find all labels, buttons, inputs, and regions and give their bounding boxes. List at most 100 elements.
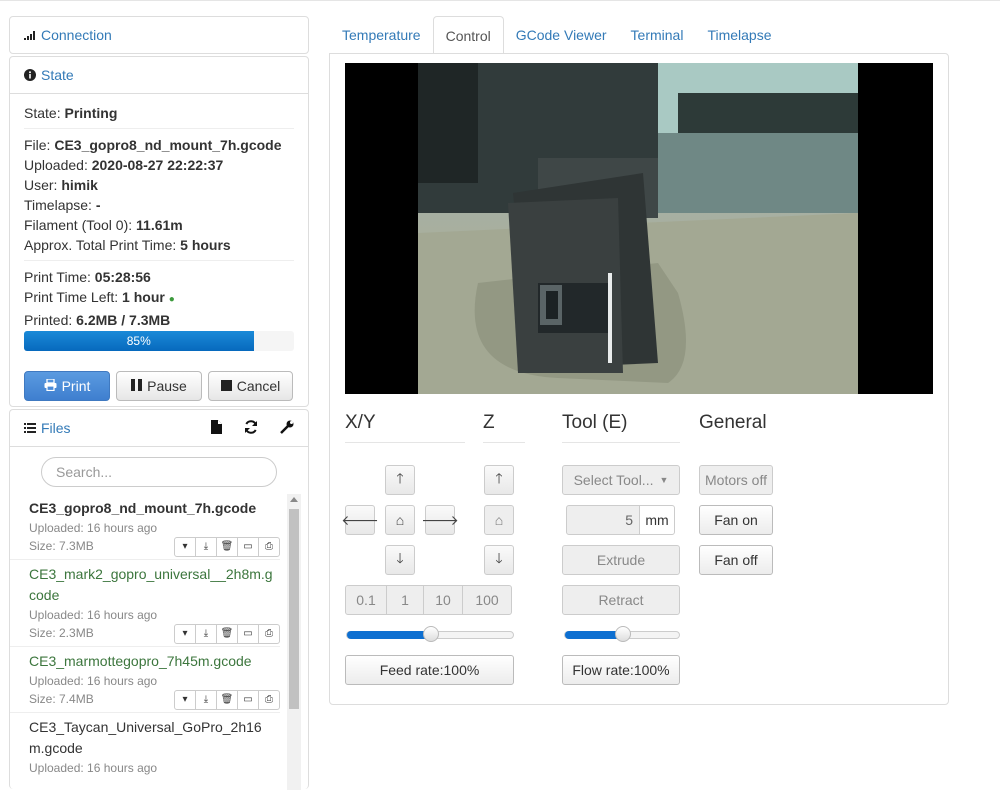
- new-file-icon[interactable]: [211, 419, 222, 437]
- connection-header[interactable]: Connection: [10, 17, 308, 53]
- wrench-icon[interactable]: [280, 420, 294, 437]
- home-icon: ⌂: [494, 512, 504, 528]
- file-item[interactable]: CE3_mark2_gopro_universal__2h8m.gcode Up…: [10, 560, 280, 647]
- expand-icon[interactable]: ▾: [174, 689, 196, 710]
- file-name[interactable]: CE3_gopro8_nd_mount_7h.gcode: [29, 498, 280, 519]
- jog-y-up-button[interactable]: 🡑: [385, 465, 415, 495]
- fan-on-button[interactable]: Fan on: [699, 505, 773, 535]
- trash-icon[interactable]: 🗑: [216, 623, 238, 644]
- trash-icon[interactable]: 🗑: [216, 536, 238, 557]
- general-section-title: General: [699, 412, 767, 433]
- jog-x-right-button[interactable]: 🡒: [421, 505, 459, 535]
- expand-icon[interactable]: ▾: [174, 623, 196, 644]
- step-100-button[interactable]: 100: [462, 585, 512, 615]
- jog-z-down-button[interactable]: 🡓: [484, 545, 514, 575]
- tab-terminal[interactable]: Terminal: [619, 16, 696, 54]
- print-file-icon[interactable]: ⎙: [258, 536, 280, 557]
- pause-button[interactable]: Pause: [116, 371, 202, 401]
- file-actions: ▾ ⤓ 🗑 ▭ ⎙: [174, 689, 280, 710]
- file-name[interactable]: CE3_Taycan_Universal_GoPro_2h16m.gcode: [29, 717, 269, 759]
- arrow-down-icon: 🡓: [396, 550, 404, 566]
- trash-icon[interactable]: 🗑: [216, 689, 238, 710]
- approx-time-row: Approx. Total Print Time: 5 hours: [24, 237, 231, 253]
- arrow-up-icon: 🡑: [396, 470, 404, 486]
- print-file-icon[interactable]: ⎙: [258, 623, 280, 644]
- home-z-button[interactable]: ⌂: [484, 505, 514, 535]
- tab-timelapse[interactable]: Timelapse: [695, 16, 783, 54]
- fan-off-button[interactable]: Fan off: [699, 545, 773, 575]
- z-section-title: Z: [483, 412, 525, 443]
- files-title-link[interactable]: Files: [24, 420, 71, 436]
- top-border: [0, 0, 1000, 1]
- info-icon: [24, 69, 36, 81]
- expand-icon[interactable]: ▾: [174, 536, 196, 557]
- file-size: Size: 7.4MB: [29, 692, 94, 706]
- download-icon[interactable]: ⤓: [195, 623, 217, 644]
- feed-rate-slider-handle[interactable]: [423, 626, 439, 642]
- arrow-right-icon: 🡒: [421, 511, 459, 528]
- arrow-up-icon: 🡑: [495, 470, 503, 486]
- extrude-amount-input[interactable]: 5: [566, 505, 640, 535]
- motors-off-button[interactable]: Motors off: [699, 465, 773, 495]
- file-name[interactable]: CE3_mark2_gopro_universal__2h8m.gcode: [29, 564, 274, 606]
- folder-open-icon[interactable]: ▭: [237, 623, 259, 644]
- step-10-button[interactable]: 10: [423, 585, 463, 615]
- file-name[interactable]: CE3_marmottegopro_7h45m.gcode: [29, 651, 280, 672]
- webcam-stream: [345, 63, 933, 394]
- print-time-row: Print Time: 05:28:56: [24, 269, 151, 285]
- caret-down-icon: ▼: [659, 475, 669, 485]
- file-item[interactable]: CE3_gopro8_nd_mount_7h.gcode Uploaded: 1…: [10, 494, 280, 560]
- file-size: Size: 7.3MB: [29, 539, 94, 553]
- file-item[interactable]: CE3_marmottegopro_7h45m.gcode Uploaded: …: [10, 647, 280, 713]
- file-item[interactable]: CE3_Taycan_Universal_GoPro_2h16m.gcode U…: [10, 713, 280, 778]
- cancel-button[interactable]: Cancel: [208, 371, 293, 401]
- feed-rate-button[interactable]: Feed rate:100%: [345, 655, 514, 685]
- feed-rate-slider[interactable]: [346, 626, 514, 642]
- file-uploaded: Uploaded: 16 hours ago: [29, 608, 158, 622]
- home-icon: ⌂: [395, 512, 405, 528]
- download-icon[interactable]: ⤓: [195, 689, 217, 710]
- files-search-input[interactable]: Search...: [41, 457, 277, 487]
- file-actions: ▾ ⤓ 🗑 ▭ ⎙: [174, 536, 280, 557]
- user-row: User: himik: [24, 177, 98, 193]
- retract-button[interactable]: Retract: [562, 585, 680, 615]
- extrude-button[interactable]: Extrude: [562, 545, 680, 575]
- refresh-icon[interactable]: [244, 419, 258, 437]
- step-1-button[interactable]: 1: [386, 585, 424, 615]
- jog-y-down-button[interactable]: 🡓: [385, 545, 415, 575]
- jog-x-left-button[interactable]: 🡐: [341, 505, 379, 535]
- folder-open-icon[interactable]: ▭: [237, 689, 259, 710]
- file-size: Size: 2.3MB: [29, 626, 94, 640]
- folder-open-icon[interactable]: ▭: [237, 536, 259, 557]
- print-button[interactable]: Print: [24, 371, 110, 401]
- step-0.1-button[interactable]: 0.1: [345, 585, 387, 615]
- connection-title[interactable]: Connection: [41, 27, 112, 43]
- file-uploaded: Uploaded: 16 hours ago: [29, 761, 158, 775]
- tab-control[interactable]: Control: [432, 16, 504, 54]
- tab-bar: Temperature Control GCode Viewer Termina…: [330, 16, 784, 54]
- timelapse-row: Timelapse: -: [24, 197, 101, 213]
- files-header: Files: [10, 410, 308, 447]
- state-header[interactable]: State: [10, 57, 308, 94]
- tab-temperature[interactable]: Temperature: [330, 16, 433, 54]
- filament-row: Filament (Tool 0): 11.61m: [24, 217, 183, 233]
- arrow-left-icon: 🡐: [341, 511, 379, 528]
- progress-label: 85%: [126, 334, 151, 348]
- file-list-scrollbar[interactable]: [287, 494, 301, 790]
- state-title[interactable]: State: [41, 67, 74, 83]
- xy-section-title: X/Y: [345, 412, 465, 443]
- tab-gcode-viewer[interactable]: GCode Viewer: [504, 16, 619, 54]
- home-xy-button[interactable]: ⌂: [385, 505, 415, 535]
- flow-rate-slider[interactable]: [564, 626, 680, 642]
- select-tool-dropdown[interactable]: Select Tool... ▼: [562, 465, 680, 495]
- print-file-icon[interactable]: ⎙: [258, 689, 280, 710]
- file-uploaded: Uploaded: 16 hours ago: [29, 521, 158, 535]
- files-panel: Files Search... CE3_gopro8_nd_mount_7h.g…: [9, 409, 309, 790]
- flow-rate-slider-handle[interactable]: [615, 626, 631, 642]
- uploaded-row: Uploaded: 2020-08-27 22:22:37: [24, 157, 224, 173]
- file-row: File: CE3_gopro8_nd_mount_7h.gcode: [24, 137, 282, 153]
- download-icon[interactable]: ⤓: [195, 536, 217, 557]
- progress-bar: 85%: [24, 331, 294, 351]
- jog-z-up-button[interactable]: 🡑: [484, 465, 514, 495]
- flow-rate-button[interactable]: Flow rate:100%: [562, 655, 680, 685]
